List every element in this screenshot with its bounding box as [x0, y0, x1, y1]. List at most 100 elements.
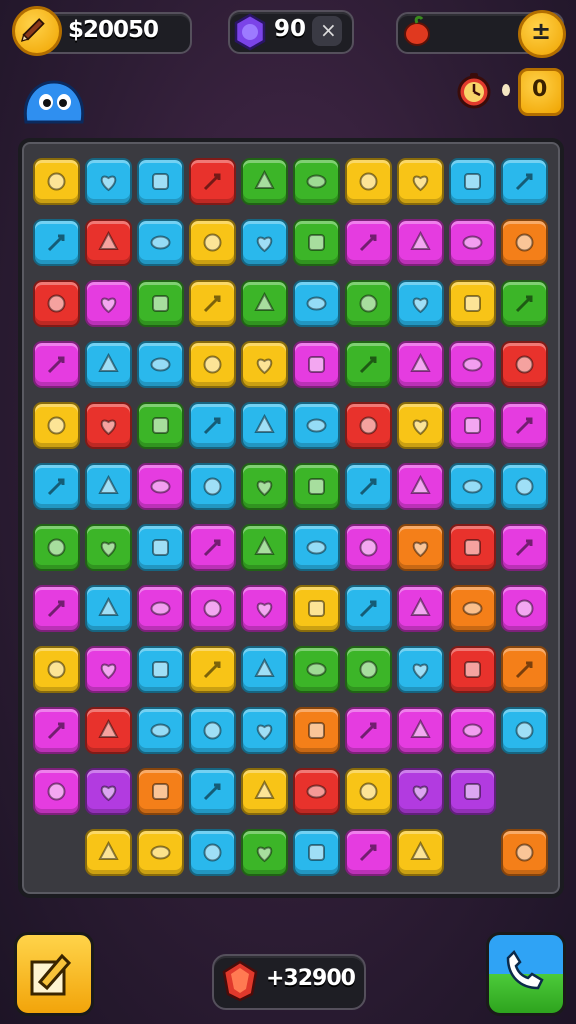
board-tile[interactable]: [397, 524, 444, 571]
board-tile[interactable]: [501, 646, 548, 693]
board-tile[interactable]: [449, 158, 496, 205]
board-tile[interactable]: [33, 463, 80, 510]
board-tile[interactable]: [137, 646, 184, 693]
board-tile[interactable]: [345, 280, 392, 327]
board-tile[interactable]: [501, 585, 548, 632]
edit-button[interactable]: [14, 932, 94, 1016]
board-tile[interactable]: [397, 707, 444, 754]
board-tile[interactable]: [137, 524, 184, 571]
board-tile[interactable]: [241, 707, 288, 754]
board-tile[interactable]: [137, 402, 184, 449]
board-tile[interactable]: [293, 524, 340, 571]
board-tile[interactable]: [33, 524, 80, 571]
board-tile[interactable]: [293, 219, 340, 266]
board-tile[interactable]: [241, 158, 288, 205]
board-tile[interactable]: [137, 768, 184, 815]
board-tile[interactable]: [345, 158, 392, 205]
board-tile[interactable]: [189, 280, 236, 327]
board-tile[interactable]: [85, 402, 132, 449]
board-tile[interactable]: [293, 341, 340, 388]
board-tile[interactable]: [189, 402, 236, 449]
board-tile[interactable]: [189, 158, 236, 205]
board-tile[interactable]: [33, 158, 80, 205]
board-tile[interactable]: [85, 463, 132, 510]
board-tile[interactable]: [241, 646, 288, 693]
board-tile[interactable]: [501, 524, 548, 571]
board-tile[interactable]: [397, 585, 444, 632]
board-tile[interactable]: [85, 524, 132, 571]
board-tile[interactable]: [397, 280, 444, 327]
board-tile[interactable]: [85, 707, 132, 754]
board-tile[interactable]: [189, 646, 236, 693]
board-tile[interactable]: [449, 402, 496, 449]
board-tile[interactable]: [345, 402, 392, 449]
board-tile[interactable]: [397, 158, 444, 205]
board-tile[interactable]: [345, 524, 392, 571]
board-tile[interactable]: [137, 280, 184, 327]
board-tile[interactable]: [137, 341, 184, 388]
board-tile[interactable]: [33, 402, 80, 449]
board-tile[interactable]: [449, 219, 496, 266]
board-tile[interactable]: [293, 585, 340, 632]
board-tile[interactable]: [137, 158, 184, 205]
board-tile[interactable]: [449, 463, 496, 510]
board-tile[interactable]: [293, 829, 340, 876]
board-tile[interactable]: [397, 768, 444, 815]
board-tile[interactable]: [449, 280, 496, 327]
board-tile[interactable]: [345, 219, 392, 266]
board-tile[interactable]: [345, 768, 392, 815]
board-tile[interactable]: [345, 341, 392, 388]
board-tile[interactable]: [501, 402, 548, 449]
board-tile[interactable]: [85, 829, 132, 876]
board-tile[interactable]: [397, 402, 444, 449]
board-tile[interactable]: [501, 463, 548, 510]
board-tile[interactable]: [449, 341, 496, 388]
board-tile[interactable]: [33, 219, 80, 266]
board-tile[interactable]: [85, 280, 132, 327]
board-tile[interactable]: [85, 158, 132, 205]
board-tile[interactable]: [33, 341, 80, 388]
board-tile[interactable]: [241, 524, 288, 571]
board-tile[interactable]: [137, 585, 184, 632]
board-tile[interactable]: [241, 768, 288, 815]
board-tile[interactable]: [189, 829, 236, 876]
board-tile[interactable]: [241, 280, 288, 327]
board-tile[interactable]: [189, 341, 236, 388]
board-tile[interactable]: [33, 768, 80, 815]
board-tile[interactable]: [293, 463, 340, 510]
board-tile[interactable]: [501, 158, 548, 205]
board-tile[interactable]: [397, 341, 444, 388]
board-tile[interactable]: [137, 707, 184, 754]
board-tile[interactable]: [345, 585, 392, 632]
board-tile[interactable]: [137, 219, 184, 266]
board-tile[interactable]: [241, 219, 288, 266]
board-tile[interactable]: [33, 585, 80, 632]
board-tile[interactable]: [85, 768, 132, 815]
board-tile[interactable]: [241, 829, 288, 876]
board-tile[interactable]: [189, 768, 236, 815]
board-tile[interactable]: [345, 829, 392, 876]
board-tile[interactable]: [397, 646, 444, 693]
board-tile[interactable]: [501, 341, 548, 388]
board-tile[interactable]: [189, 585, 236, 632]
board-tile[interactable]: [189, 463, 236, 510]
board-tile[interactable]: [501, 829, 548, 876]
board-tile[interactable]: [293, 768, 340, 815]
board-tile[interactable]: [33, 646, 80, 693]
board-tile[interactable]: [293, 280, 340, 327]
blue-slime-mascot-icon[interactable]: [20, 78, 88, 128]
board-tile[interactable]: [397, 463, 444, 510]
board-tile[interactable]: [345, 707, 392, 754]
board-tile[interactable]: [241, 585, 288, 632]
board-tile[interactable]: [449, 768, 496, 815]
board-tile[interactable]: [449, 585, 496, 632]
board-tile[interactable]: [189, 707, 236, 754]
board-tile[interactable]: [397, 829, 444, 876]
board-tile[interactable]: [33, 707, 80, 754]
board-tile[interactable]: [85, 585, 132, 632]
board-tile[interactable]: [137, 463, 184, 510]
board-tile[interactable]: [449, 524, 496, 571]
board-tile[interactable]: [241, 463, 288, 510]
board-tile[interactable]: [85, 341, 132, 388]
board-tile[interactable]: [501, 280, 548, 327]
